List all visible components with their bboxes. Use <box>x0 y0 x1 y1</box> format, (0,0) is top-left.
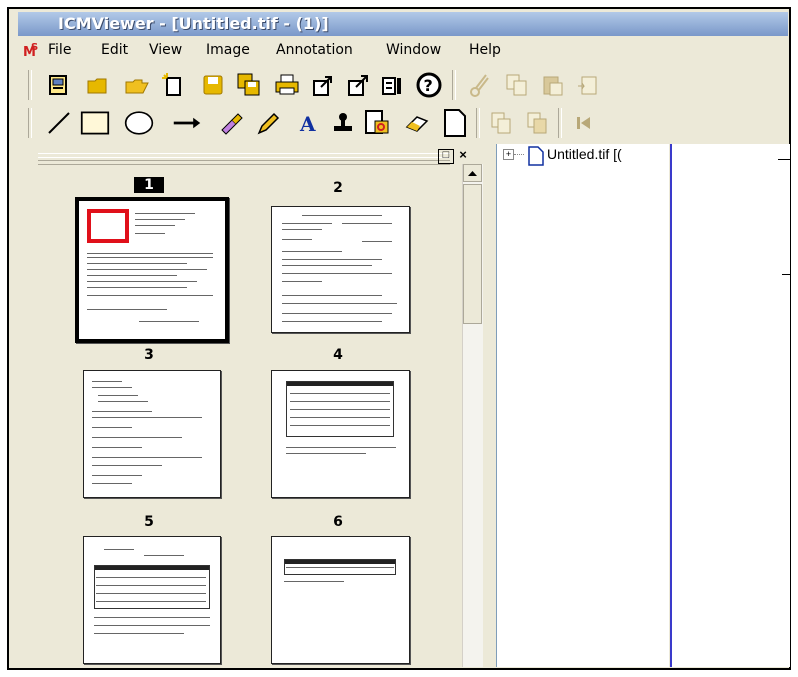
blank-page-icon[interactable] <box>440 108 470 138</box>
redaction-box <box>87 209 129 243</box>
export-all-icon[interactable] <box>344 70 374 100</box>
panel-close-button[interactable]: × <box>456 148 470 162</box>
thumbnail-page-3[interactable] <box>83 370 221 498</box>
scroll-thumb[interactable] <box>463 184 482 324</box>
open-folder-icon[interactable] <box>84 70 114 100</box>
save-icon[interactable] <box>198 70 228 100</box>
thumbnail-label: 6 <box>333 514 343 530</box>
thumbnail-page-1[interactable] <box>75 197 229 343</box>
scan-icon[interactable] <box>44 70 74 100</box>
title-bar[interactable]: ICMViewer - [Untitled.tif - (1)] <box>18 12 788 36</box>
thumbnail-page-2[interactable] <box>271 206 410 333</box>
append-page-icon[interactable] <box>522 108 552 138</box>
thumbnail-page-5[interactable] <box>83 536 221 664</box>
open-icon[interactable] <box>122 70 152 100</box>
arrow-icon[interactable] <box>172 108 202 138</box>
insert-page-icon[interactable] <box>486 108 516 138</box>
panel-restore-button[interactable]: □ <box>438 149 454 164</box>
ellipse-icon[interactable] <box>124 108 154 138</box>
thumbnail-label: 1 <box>134 177 164 193</box>
thumbnail-page-4[interactable] <box>271 370 410 498</box>
paste-special-icon[interactable] <box>574 70 604 100</box>
panel-grip[interactable] <box>38 157 450 165</box>
menu-edit[interactable]: Edit <box>101 42 128 58</box>
eraser-icon[interactable] <box>402 108 432 138</box>
print-icon[interactable] <box>272 70 302 100</box>
text-icon[interactable]: A <box>292 108 322 138</box>
rectangle-icon[interactable] <box>80 108 110 138</box>
thumbnail-label: 4 <box>333 347 343 363</box>
document-tree <box>496 144 669 667</box>
window-title: ICMViewer - [Untitled.tif - (1)] <box>58 14 329 33</box>
stamp-icon[interactable] <box>328 108 358 138</box>
thumbnail-label: 3 <box>144 347 154 363</box>
export-icon[interactable] <box>308 70 338 100</box>
tree-item-untitled[interactable]: Untitled.tif [( <box>547 146 665 162</box>
first-page-icon[interactable] <box>568 108 598 138</box>
paste-icon[interactable] <box>538 70 568 100</box>
attach-icon[interactable] <box>362 108 392 138</box>
menu-image[interactable]: Image <box>206 42 250 58</box>
svg-text:?: ? <box>424 76 433 95</box>
menu-annotation[interactable]: Annotation <box>276 42 353 58</box>
save-as-icon[interactable] <box>234 70 264 100</box>
pencil-icon[interactable] <box>254 108 284 138</box>
thumbnail-label: 5 <box>144 514 154 530</box>
new-icon[interactable] <box>158 70 188 100</box>
copy-icon[interactable] <box>502 70 532 100</box>
help-icon[interactable]: ? <box>414 70 444 100</box>
menu-view[interactable]: View <box>149 42 182 58</box>
annotation-toolbar: A <box>18 104 788 142</box>
line-icon[interactable] <box>44 108 74 138</box>
menu-file[interactable]: File <box>48 42 71 58</box>
app-logo-icon[interactable]: M S <box>22 40 44 62</box>
menu-help[interactable]: Help <box>469 42 501 58</box>
menu-window[interactable]: Window <box>386 42 441 58</box>
svg-text:S: S <box>31 42 38 53</box>
main-toolbar: ? <box>18 66 788 104</box>
tree-expand-button[interactable]: + <box>503 149 514 160</box>
document-view[interactable] <box>670 144 790 667</box>
up-arrow-icon <box>468 171 477 176</box>
cut-icon[interactable] <box>466 70 496 100</box>
thumbnail-page-6[interactable] <box>271 536 410 664</box>
thumbnail-label: 2 <box>333 180 343 196</box>
properties-icon[interactable] <box>378 70 408 100</box>
scroll-up-button[interactable] <box>463 164 482 182</box>
svg-text:A: A <box>299 112 316 135</box>
thumbnail-scrollbar[interactable] <box>462 164 483 667</box>
highlighter-icon[interactable] <box>216 108 246 138</box>
document-icon <box>528 146 544 166</box>
